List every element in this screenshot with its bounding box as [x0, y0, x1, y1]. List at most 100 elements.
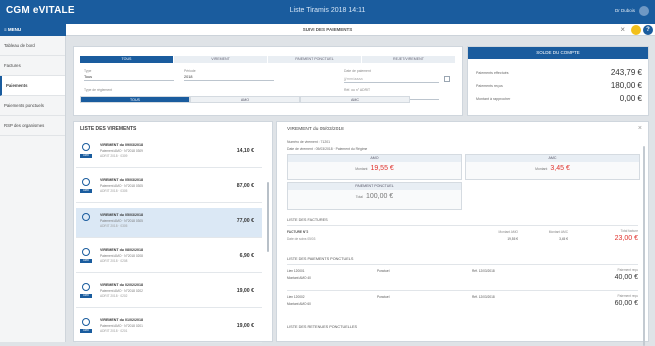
- amo-badge: AMO: [80, 154, 92, 158]
- amc-box: AMC Montant 3,45 €: [465, 154, 640, 180]
- filter-panel: TOUS VIREMENT PAIEMENT PONCTUEL REJET/VI…: [73, 46, 463, 116]
- list-item[interactable]: AMO VIREMENT du 09/03/2018 Paiement AMO …: [76, 138, 262, 168]
- type-label: Type: [84, 69, 92, 73]
- withholdings-section-title: LISTE DES RETENUES PONCTUELLES: [287, 325, 358, 329]
- sidebar-item-label: RSP des organismes: [4, 123, 45, 128]
- one-off-amount: 100,00 €: [365, 193, 394, 200]
- amo-badge: AMO: [80, 294, 92, 298]
- list-item[interactable]: AMO VIREMENT du 08/02/2018 Paiement AMO …: [76, 243, 262, 273]
- segment-amc[interactable]: AMC: [300, 96, 410, 103]
- list-title: LISTE DES VIREMENTS: [80, 126, 137, 132]
- segment-all[interactable]: TOUS: [80, 96, 190, 103]
- one-off-amount: 60,00 €: [614, 300, 638, 307]
- settlement-segmented: TOUS AMO AMC: [80, 96, 410, 103]
- euro-icon: [82, 213, 90, 221]
- amo-amount: 19,55 €: [370, 165, 394, 172]
- invoices-section-title: LISTE DES FACTURES: [287, 218, 328, 222]
- box-label: Montant: [535, 167, 548, 171]
- sidebar-item-label: Factures: [4, 63, 21, 68]
- item-title: VIREMENT du 05/03/2018: [100, 213, 143, 217]
- box-label: Total: [355, 195, 363, 199]
- item-amount: 19,00 €: [236, 323, 254, 329]
- item-subtitle: Paiement AMO · N°2018 0309: [100, 149, 143, 153]
- balance-label: Paiements effectués: [476, 71, 509, 75]
- item-meta: ADRIT 2018 · 0305: [100, 189, 128, 193]
- user-icon[interactable]: [639, 6, 649, 16]
- period-label: Période: [184, 69, 196, 73]
- item-amount: 14,10 €: [236, 148, 254, 154]
- invoice-col-label: Montant AMO: [498, 230, 519, 234]
- close-icon[interactable]: ×: [638, 125, 642, 132]
- amo-badge: AMO: [80, 189, 92, 193]
- one-off-ref: Lien 120001: [287, 269, 305, 273]
- item-meta: ADRIT 2018 · 0305: [100, 224, 128, 228]
- balance-value: 180,00 €: [610, 81, 642, 90]
- balance-row: Paiements effectués 243,79 €: [476, 67, 642, 79]
- filter-tabs: TOUS VIREMENT PAIEMENT PONCTUEL REJET/VI…: [80, 56, 456, 63]
- euro-icon: [82, 178, 90, 186]
- balance-header: SOLDE DU COMPTE: [468, 47, 648, 59]
- help-icon[interactable]: ?: [643, 25, 653, 35]
- item-title: VIREMENT du 02/02/2018: [100, 283, 143, 287]
- one-off-row[interactable]: Lien 120001 Montant AMO 40 Ponctuel Réf.…: [287, 264, 638, 290]
- one-off-type: Ponctuel: [377, 295, 390, 299]
- list-item[interactable]: AMO VIREMENT du 05/03/2018 Paiement AMO …: [76, 173, 262, 203]
- type-select[interactable]: Tous: [84, 74, 174, 81]
- calendar-icon[interactable]: [444, 76, 450, 82]
- balance-row: Montant à rapprocher 0,00 €: [476, 93, 642, 105]
- amo-box: AMO Montant 19,55 €: [287, 154, 462, 180]
- list-item-selected[interactable]: VIREMENT du 05/03/2018 Paiement AMO · N°…: [76, 208, 262, 238]
- tab-transfer[interactable]: VIREMENT: [174, 56, 267, 63]
- item-meta: ADRIT 2018 · 0201: [100, 329, 128, 333]
- sidebar-item-dashboard[interactable]: Tableau de bord: [0, 36, 65, 56]
- title-bar: CGM eVITALE Liste Tiramis 2018 14:11 Dr …: [0, 0, 655, 24]
- one-off-date: Réf. 12/03/2018: [472, 295, 495, 299]
- sidebar-item-payments[interactable]: Paiements: [0, 76, 65, 96]
- list-item[interactable]: AMO VIREMENT du 02/02/2018 Paiement AMO …: [76, 278, 262, 308]
- item-amount: 87,00 €: [236, 183, 254, 189]
- one-off-amount: 40,00 €: [614, 274, 638, 281]
- balance-row: Paiements reçus 180,00 €: [476, 80, 642, 92]
- period-select[interactable]: 2018: [184, 74, 274, 81]
- close-icon[interactable]: ×: [620, 25, 625, 34]
- box-header: AMO: [288, 155, 461, 162]
- box-value: Montant 3,45 €: [466, 165, 639, 172]
- sidebar-item-invoices[interactable]: Factures: [0, 56, 65, 76]
- transfer-number: Numéro de virement : 71201: [287, 140, 330, 144]
- box-value: Montant 19,55 €: [288, 165, 461, 172]
- one-off-ref: Lien 120002: [287, 295, 305, 299]
- item-title: VIREMENT du 01/02/2018: [100, 318, 143, 322]
- sidebar-item-rsp[interactable]: RSP des organismes: [0, 116, 65, 136]
- box-header: PAIEMENT PONCTUEL: [288, 183, 461, 190]
- sidebar-item-one-off-payments[interactable]: Paiements ponctuels: [0, 96, 65, 116]
- sidebar-item-label: Paiements: [6, 83, 28, 88]
- lightbulb-icon[interactable]: [631, 25, 641, 35]
- item-amount: 6,90 €: [239, 253, 254, 259]
- segment-amo[interactable]: AMO: [190, 96, 300, 103]
- box-label: Montant: [355, 167, 368, 171]
- sidebar: Tableau de bord Factures Paiements Paiem…: [0, 36, 66, 342]
- balance-value: 243,79 €: [610, 68, 642, 77]
- date-input[interactable]: jj/mm/aaaa: [344, 76, 439, 83]
- one-off-status: Paiement reçu: [617, 268, 638, 272]
- detail-scrollbar[interactable]: [643, 146, 645, 346]
- item-title: VIREMENT du 09/03/2018: [100, 143, 143, 147]
- user-name[interactable]: Dr Dubois: [615, 8, 635, 13]
- list-item[interactable]: AMO VIREMENT du 01/02/2018 Paiement AMO …: [76, 313, 262, 343]
- item-title: VIREMENT du 05/03/2018: [100, 178, 143, 182]
- list-scrollbar[interactable]: [267, 182, 269, 252]
- invoice-col-label: Total facture: [620, 229, 638, 233]
- account-balance-panel: SOLDE DU COMPTE Paiements effectués 243,…: [467, 46, 649, 116]
- tab-one-off[interactable]: PAIEMENT PONCTUEL: [268, 56, 361, 63]
- tab-all[interactable]: TOUS: [80, 56, 173, 63]
- invoice-row[interactable]: FACTURE N°2 Date de soins 05/03 Montant …: [287, 225, 638, 251]
- one-off-box: PAIEMENT PONCTUEL Total 100,00 €: [287, 182, 462, 210]
- item-amount: 77,00 €: [236, 218, 254, 224]
- sub-header: ≡ MENU SUIVI DES PAIEMENTS × ?: [0, 24, 655, 36]
- one-off-row[interactable]: Lien 120002 Montant AMO 60 Ponctuel Réf.…: [287, 290, 638, 316]
- euro-icon: [82, 318, 90, 326]
- invoice-col-label: Montant AMC: [548, 230, 568, 234]
- item-subtitle: Paiement AMO · N°2018 0305: [100, 219, 143, 223]
- transfer-date: Date de virement : 05/03/2018 · Paiement…: [287, 147, 368, 151]
- tab-reject[interactable]: REJET/VIREMENT: [362, 56, 455, 63]
